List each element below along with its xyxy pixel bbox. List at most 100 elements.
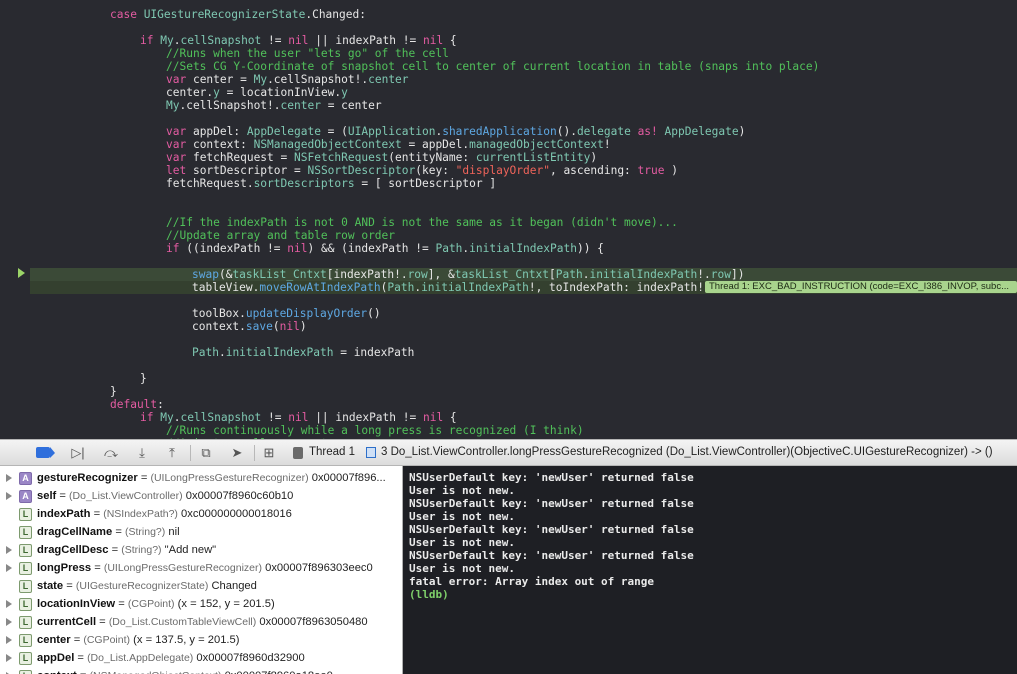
- variable-name: self: [37, 490, 57, 502]
- code-token: var: [166, 73, 193, 86]
- hide-debug-area-icon[interactable]: [36, 447, 55, 458]
- code-line[interactable]: //Runs continuously while a long press i…: [30, 424, 1017, 437]
- code-line[interactable]: Path.initialIndexPath = indexPath: [30, 346, 1017, 359]
- variable-text: center = (CGPoint) (x = 137.5, y = 201.5…: [37, 634, 240, 646]
- variable-name: center: [37, 634, 71, 646]
- code-line[interactable]: fetchRequest.sortDescriptors = [ sortDes…: [30, 177, 1017, 190]
- code-line[interactable]: [30, 112, 1017, 125]
- code-token: save: [245, 320, 273, 333]
- debug-console[interactable]: NSUserDefault key: 'newUser' returned fa…: [403, 466, 1017, 674]
- disclosure-triangle-icon[interactable]: [6, 474, 12, 482]
- code-line[interactable]: var center = My.cellSnapshot!.center: [30, 73, 1017, 86]
- code-line[interactable]: if ((indexPath != nil) && (indexPath != …: [30, 242, 1017, 255]
- code-line[interactable]: }: [30, 372, 1017, 385]
- code-line[interactable]: var fetchRequest = NSFetchRequest(entity…: [30, 151, 1017, 164]
- code-line[interactable]: My.cellSnapshot!.center = center: [30, 99, 1017, 112]
- disclosure-triangle-icon[interactable]: [6, 618, 12, 626]
- local-variable-icon: L: [19, 580, 32, 593]
- code-token: AppDelegate: [664, 125, 739, 138]
- variables-view[interactable]: AgestureRecognizer = (UILongPressGesture…: [0, 466, 403, 674]
- code-token: cellSnapshot: [180, 34, 262, 47]
- code-token: ): [664, 164, 678, 177]
- code-line[interactable]: [30, 255, 1017, 268]
- disclosure-triangle-icon[interactable]: [6, 600, 12, 608]
- disclosure-triangle-icon[interactable]: [6, 546, 12, 554]
- variable-row[interactable]: Lstate = (UIGestureRecognizerState) Chan…: [0, 577, 402, 595]
- variable-row[interactable]: LdragCellName = (String?) nil: [0, 523, 402, 541]
- code-line[interactable]: var context: NSManagedObjectContext = ap…: [30, 138, 1017, 151]
- disclosure-triangle-icon[interactable]: [6, 636, 12, 644]
- code-token: initialIndexPath: [469, 242, 577, 255]
- code-token: initialIndexPath: [225, 346, 334, 359]
- view-debugger-icon[interactable]: ⧉: [198, 445, 214, 461]
- code-line[interactable]: context.save(nil): [30, 320, 1017, 333]
- variable-type: (String?): [124, 526, 166, 538]
- code-line[interactable]: //Runs when the user "lets go" of the ce…: [30, 47, 1017, 60]
- code-token: [indexPath!.: [326, 268, 408, 281]
- code-line[interactable]: //Sets CG Y-Coordinate of snapshot cell …: [30, 60, 1017, 73]
- code-line[interactable]: let sortDescriptor = NSSortDescriptor(ke…: [30, 164, 1017, 177]
- location-icon[interactable]: ➤: [229, 445, 245, 461]
- code-token: //Runs when the user "lets go" of the ce…: [166, 47, 449, 60]
- code-token: //Sets CG Y-Coordinate of snapshot cell …: [166, 60, 820, 73]
- code-line[interactable]: var appDel: AppDelegate = (UIApplication…: [30, 125, 1017, 138]
- code-token: ): [299, 320, 307, 333]
- step-out-icon[interactable]: ⤒: [164, 445, 180, 461]
- code-line[interactable]: [30, 333, 1017, 346]
- code-line[interactable]: [30, 359, 1017, 372]
- code-line[interactable]: swap(&taskList_Cntxt[indexPath!.row], &t…: [30, 268, 1017, 281]
- variable-row[interactable]: Lcontext = (NSManagedObjectContext) 0x00…: [0, 667, 402, 674]
- variable-row[interactable]: LdragCellDesc = (String?) "Add new": [0, 541, 402, 559]
- variable-row[interactable]: LappDel = (Do_List.AppDelegate) 0x00007f…: [0, 649, 402, 667]
- code-line[interactable]: //If the indexPath is not 0 AND is not t…: [30, 216, 1017, 229]
- stack-frame-selector[interactable]: 3 Do_List.ViewController.longPressGestur…: [381, 446, 1011, 458]
- local-variable-icon: L: [19, 616, 32, 629]
- code-line[interactable]: if My.cellSnapshot != nil || indexPath !…: [30, 411, 1017, 424]
- variable-value: 0x00007f8963050480: [259, 616, 368, 628]
- code-line[interactable]: [30, 21, 1017, 34]
- code-line[interactable]: toolBox.updateDisplayOrder(): [30, 307, 1017, 320]
- local-variable-icon: L: [19, 598, 32, 611]
- variable-row[interactable]: LlocationInView = (CGPoint) (x = 152, y …: [0, 595, 402, 613]
- disclosure-triangle-icon[interactable]: [6, 564, 12, 572]
- continue-icon[interactable]: ▷|: [70, 445, 86, 461]
- code-token: true: [637, 164, 665, 177]
- variable-name: appDel: [37, 652, 75, 664]
- variable-row[interactable]: Lcenter = (CGPoint) (x = 137.5, y = 201.…: [0, 631, 402, 649]
- disclosure-triangle-icon[interactable]: [6, 654, 12, 662]
- code-token: nil: [422, 411, 444, 424]
- editor-gutter[interactable]: [0, 0, 30, 439]
- variable-text: indexPath = (NSIndexPath?) 0xc0000000000…: [37, 508, 292, 520]
- code-line[interactable]: }: [30, 385, 1017, 398]
- code-token: var: [166, 125, 193, 138]
- code-token: Path: [435, 242, 463, 255]
- thread-selector[interactable]: Thread 1: [309, 446, 355, 458]
- jump-bar-grid-icon[interactable]: ⊞: [261, 445, 277, 461]
- code-token: row: [407, 268, 428, 281]
- variable-row[interactable]: LcurrentCell = (Do_List.CustomTableViewC…: [0, 613, 402, 631]
- source-editor[interactable]: case UIGestureRecognizerState.Changed: if…: [0, 0, 1017, 439]
- code-line[interactable]: case UIGestureRecognizerState.Changed:: [30, 8, 1017, 21]
- code-line[interactable]: [30, 203, 1017, 216]
- code-line[interactable]: if My.cellSnapshot != nil || indexPath !…: [30, 34, 1017, 47]
- variable-type: (UIGestureRecognizerState): [75, 580, 209, 592]
- console-line: User is not new.: [409, 562, 515, 575]
- lldb-prompt[interactable]: (lldb): [409, 588, 449, 601]
- code-line[interactable]: [30, 190, 1017, 203]
- variable-row[interactable]: LindexPath = (NSIndexPath?) 0xc000000000…: [0, 505, 402, 523]
- variable-row[interactable]: AgestureRecognizer = (UILongPressGesture…: [0, 469, 402, 487]
- code-token: nil: [288, 34, 309, 47]
- code-token: .Changed:: [305, 8, 366, 21]
- disclosure-triangle-icon[interactable]: [6, 492, 12, 500]
- code-line[interactable]: center.y = locationInView.y: [30, 86, 1017, 99]
- variable-value: "Add new": [164, 544, 217, 556]
- step-over-icon[interactable]: ⤼: [103, 445, 119, 461]
- step-into-icon[interactable]: ⤓: [134, 445, 150, 461]
- variable-row[interactable]: LlongPress = (UILongPressGestureRecogniz…: [0, 559, 402, 577]
- variable-row[interactable]: Aself = (Do_List.ViewController) 0x00007…: [0, 487, 402, 505]
- code-token: .: [218, 346, 226, 359]
- error-annotation-badge[interactable]: Thread 1: EXC_BAD_INSTRUCTION (code=EXC_…: [705, 281, 1017, 293]
- code-line[interactable]: default:: [30, 398, 1017, 411]
- code-line[interactable]: //Update array and table row order: [30, 229, 1017, 242]
- code-line[interactable]: [30, 294, 1017, 307]
